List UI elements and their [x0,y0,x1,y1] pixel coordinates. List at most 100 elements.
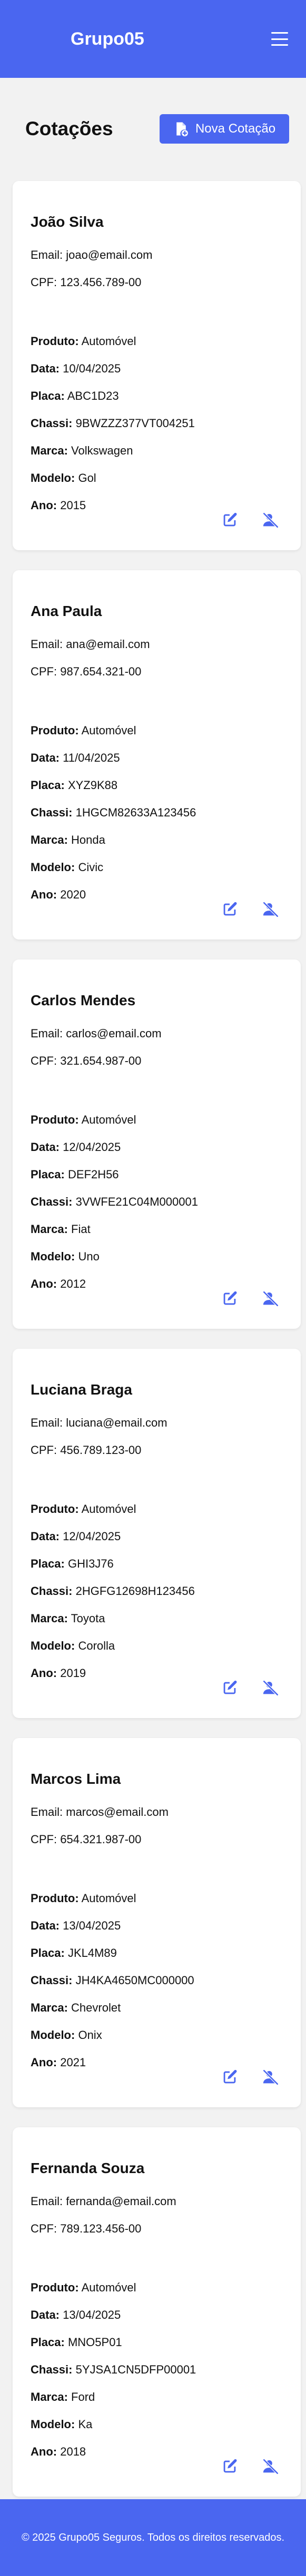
cpf-line: CPF: 456.789.123-00 [31,1443,283,1457]
edit-icon[interactable] [221,1290,239,1308]
chassi-line: Chassi: 9BWZZZ377VT004251 [31,417,283,430]
email-line: Email: luciana@email.com [31,1416,283,1430]
marca-line: Marca: Volkswagen [31,444,283,458]
produto-line: Produto: Automóvel [31,335,283,348]
email-label: Email: [31,2195,63,2208]
placa-label: Placa: [31,1946,65,1959]
modelo-line: Modelo: Onix [31,2028,283,2042]
marca-value: Honda [71,833,105,846]
user-remove-icon[interactable] [262,1290,280,1308]
data-value: 12/04/2025 [63,1530,121,1543]
brand-title[interactable]: Grupo05 [71,29,144,49]
ano-label: Ano: [31,1666,57,1680]
marca-label: Marca: [31,2001,68,2014]
ano-line: Ano: 2015 [31,499,283,512]
placa-value: ABC1D23 [67,389,119,402]
user-remove-icon[interactable] [262,2458,280,2476]
quote-card: Marcos Lima Email: marcos@email.com CPF:… [13,1738,301,2107]
marca-value: Chevrolet [71,2001,121,2014]
user-remove-icon[interactable] [262,901,280,918]
chassi-value: 5YJSA1CN5DFP00001 [75,2363,196,2376]
ano-value: 2021 [60,2056,86,2069]
data-label: Data: [31,1919,60,1932]
edit-icon[interactable] [221,511,239,529]
marca-label: Marca: [31,1223,68,1236]
edit-icon[interactable] [221,901,239,918]
email-label: Email: [31,1805,63,1819]
marca-value: Toyota [71,1612,105,1625]
modelo-line: Modelo: Civic [31,861,283,874]
quote-card: Carlos Mendes Email: carlos@email.com CP… [13,959,301,1329]
email-label: Email: [31,248,63,261]
chassi-value: 1HGCM82633A123456 [75,806,196,819]
data-line: Data: 11/04/2025 [31,751,283,765]
produto-label: Produto: [31,724,79,737]
edit-icon[interactable] [221,1679,239,1697]
marca-value: Fiat [71,1223,91,1236]
placa-label: Placa: [31,389,65,402]
footer-text: © 2025 Grupo05 Seguros. Todos os direito… [21,2531,285,2543]
marca-line: Marca: Toyota [31,1612,283,1625]
client-name: Marcos Lima [31,1771,121,1787]
chassi-value: JH4KA4650MC000000 [75,1974,194,1987]
cpf-value: 321.654.987-00 [60,1054,142,1067]
quote-card: Ana Paula Email: ana@email.com CPF: 987.… [13,570,301,940]
modelo-label: Modelo: [31,471,75,484]
marca-label: Marca: [31,833,68,846]
menu-bar [271,38,288,40]
user-remove-icon[interactable] [262,1679,280,1697]
chassi-label: Chassi: [31,417,73,430]
cpf-line: CPF: 123.456.789-00 [31,276,283,289]
marca-line: Marca: Fiat [31,1223,283,1236]
page-footer: © 2025 Grupo05 Seguros. Todos os direito… [0,2499,306,2576]
user-remove-icon[interactable] [262,511,280,529]
cpf-line: CPF: 654.321.987-00 [31,1833,283,1846]
email-label: Email: [31,638,63,651]
produto-label: Produto: [31,1113,79,1126]
produto-value: Automóvel [81,2281,136,2294]
produto-label: Produto: [31,335,79,348]
cpf-value: 789.123.456-00 [60,2222,142,2235]
menu-bar [271,32,288,34]
modelo-value: Uno [78,1250,100,1263]
cpf-label: CPF: [31,1833,57,1846]
modelo-label: Modelo: [31,1250,75,1263]
modelo-line: Modelo: Ka [31,2418,283,2431]
data-line: Data: 10/04/2025 [31,362,283,376]
ano-line: Ano: 2019 [31,1666,283,1680]
card-actions [221,511,280,529]
email-value: marcos@email.com [66,1805,169,1819]
cpf-value: 123.456.789-00 [60,276,142,289]
ano-value: 2019 [60,1666,86,1680]
hamburger-menu-icon[interactable] [271,32,288,46]
card-actions [221,1679,280,1697]
chassi-line: Chassi: 5YJSA1CN5DFP00001 [31,2363,283,2377]
ano-label: Ano: [31,1277,57,1290]
modelo-value: Civic [78,861,104,874]
data-label: Data: [31,362,60,375]
produto-value: Automóvel [81,335,136,348]
produto-line: Produto: Automóvel [31,2281,283,2295]
card-actions [221,1290,280,1308]
card-actions [221,2458,280,2476]
data-value: 13/04/2025 [63,1919,121,1932]
new-quote-button[interactable]: Nova Cotação [160,114,289,144]
edit-icon[interactable] [221,2458,239,2476]
client-name: Carlos Mendes [31,992,136,1008]
quote-card: Fernanda Souza Email: fernanda@email.com… [13,2127,301,2497]
ano-label: Ano: [31,499,57,512]
produto-line: Produto: Automóvel [31,1113,283,1127]
edit-icon[interactable] [221,2068,239,2086]
menu-bar [271,44,288,46]
data-value: 11/04/2025 [63,751,120,764]
user-remove-icon[interactable] [262,2068,280,2086]
chassi-label: Chassi: [31,1584,73,1598]
chassi-label: Chassi: [31,806,73,819]
ano-line: Ano: 2020 [31,888,283,902]
placa-line: Placa: ABC1D23 [31,389,283,403]
produto-value: Automóvel [81,724,136,737]
chassi-label: Chassi: [31,2363,73,2376]
marca-line: Marca: Ford [31,2390,283,2404]
marca-label: Marca: [31,444,68,457]
placa-label: Placa: [31,779,65,792]
